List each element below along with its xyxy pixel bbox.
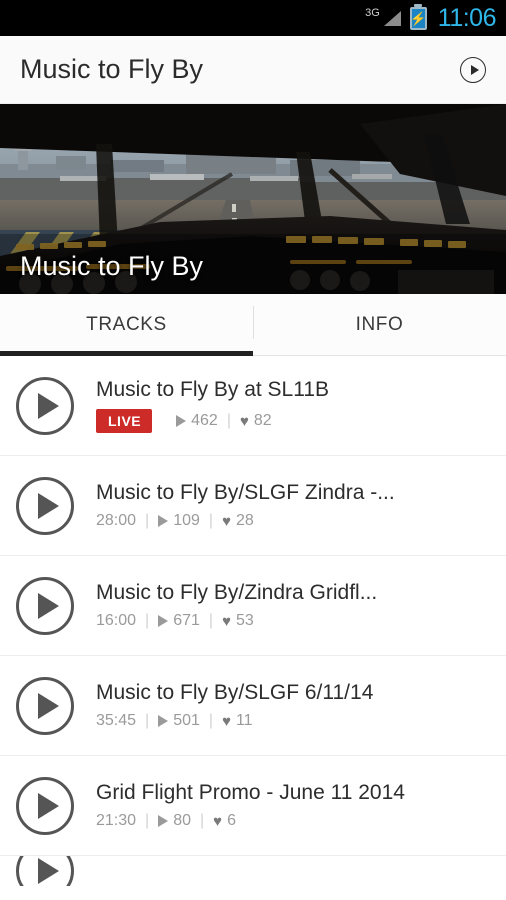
meta-separator: | [208,512,214,529]
heart-icon: ♥ [239,412,249,430]
meta-separator: | [200,812,205,829]
hero-title: Music to Fly By [20,251,204,281]
play-count: 501 [158,712,200,730]
play-count-value: 80 [173,812,191,829]
track-meta: 21:30 | 80 | ♥ 6 [96,812,490,830]
track-title: Music to Fly By/SLGF 6/11/14 [96,681,374,704]
like-count: ♥ 6 [213,812,236,830]
track-title: Music to Fly By/SLGF Zindra -... [96,481,395,504]
heart-icon: ♥ [222,512,231,530]
meta-separator: | [208,612,214,629]
track-meta: 35:45 | 501 | ♥ 11 [96,712,490,730]
play-count: 80 [158,812,191,830]
track-details: Music to Fly By/Zindra Gridfl... 16:00 |… [96,581,490,630]
circle-play-icon[interactable] [16,856,74,886]
signal-strength-icon [383,10,401,26]
like-count-value: 28 [235,512,254,529]
circle-play-icon[interactable] [16,576,74,635]
meta-separator: | [145,812,150,829]
track-details: Music to Fly By at SL11B LIVE 462 | ♥ 82 [96,377,490,434]
network-type-label: 3G [365,6,380,19]
play-triangle-icon [37,792,59,819]
tab-tracks[interactable]: TRACKS [0,294,253,356]
charging-bolt-icon: ⚡ [410,10,427,26]
track-details: Music to Fly By/SLGF Zindra -... 28:00 |… [96,481,490,530]
like-count: ♥ 28 [222,512,254,530]
status-bar: 3G ⚡ 11:06 [0,0,506,36]
meta-separator: | [145,612,150,629]
circle-play-icon[interactable] [16,376,74,435]
track-details: Grid Flight Promo - June 11 2014 21:30 |… [96,781,490,830]
play-triangle-icon [470,64,479,75]
battery-charging-icon: ⚡ [409,6,427,30]
play-count-value: 501 [173,712,200,729]
play-triangle-icon [37,858,59,884]
status-badge: LIVE [96,408,153,434]
track-duration: 28:00 [96,512,137,529]
heart-icon: ♥ [222,612,231,630]
track-duration: 21:30 [96,812,137,829]
play-count-value: 109 [173,512,200,529]
meta-separator: | [226,412,231,429]
track-meta: LIVE 462 | ♥ 82 [96,408,490,434]
tab-bar: TRACKS INFO [0,294,506,356]
track-details: Music to Fly By/SLGF 6/11/14 35:45 | 501… [96,681,490,730]
like-count: ♥ 53 [222,612,254,630]
app-bar: Music to Fly By [0,36,506,104]
page-title: Music to Fly By [20,54,204,84]
like-count-value: 6 [227,812,236,829]
play-count-value: 671 [173,612,200,629]
like-count: ♥ 82 [240,412,272,430]
like-count: ♥ 11 [222,712,253,730]
table-row[interactable]: Music to Fly By/Zindra Gridfl... 16:00 |… [0,556,506,656]
heart-icon: ♥ [213,812,223,830]
heart-icon: ♥ [222,712,231,730]
tab-tracks-label: TRACKS [86,313,167,335]
circle-play-icon[interactable] [16,776,74,835]
meta-separator: | [145,512,150,529]
track-meta: 28:00 | 109 | ♥ 28 [96,512,490,530]
play-count-value: 462 [191,412,218,429]
track-duration: 35:45 [96,712,137,729]
like-count-value: 82 [253,412,272,429]
hero-banner[interactable]: Music to Fly By [0,104,506,294]
play-count-icon [158,515,169,527]
table-row[interactable]: Music to Fly By at SL11B LIVE 462 | ♥ 82 [0,356,506,456]
track-title: Music to Fly By/Zindra Gridfl... [96,581,378,604]
meta-separator: | [145,712,150,729]
like-count-value: 11 [235,712,253,729]
track-title: Grid Flight Promo - June 11 2014 [96,781,405,804]
circle-play-icon[interactable] [16,676,74,735]
play-count-icon [158,715,169,727]
play-count-icon [158,615,169,627]
circle-play-icon[interactable] [460,56,486,83]
play-count: 109 [158,512,200,530]
play-count-icon [158,815,169,827]
tab-info[interactable]: INFO [253,294,506,355]
play-count-icon [176,415,187,427]
table-row[interactable] [0,856,506,886]
table-row[interactable]: Grid Flight Promo - June 11 2014 21:30 |… [0,756,506,856]
like-count-value: 53 [235,612,254,629]
track-meta: 16:00 | 671 | ♥ 53 [96,612,490,630]
tab-info-label: INFO [355,313,404,335]
play-triangle-icon [37,592,59,619]
track-title: Music to Fly By at SL11B [96,377,330,401]
play-triangle-icon [37,692,59,719]
play-count: 462 [176,412,218,430]
track-list: Music to Fly By at SL11B LIVE 462 | ♥ 82 [0,356,506,886]
status-bar-clock: 11:06 [437,3,497,32]
meta-separator: | [208,712,214,729]
play-triangle-icon [37,392,59,419]
play-triangle-icon [37,492,59,519]
circle-play-icon[interactable] [16,476,74,535]
table-row[interactable]: Music to Fly By/SLGF 6/11/14 35:45 | 501… [0,656,506,756]
table-row[interactable]: Music to Fly By/SLGF Zindra -... 28:00 |… [0,456,506,556]
play-count: 671 [158,612,200,630]
track-duration: 16:00 [96,612,137,629]
